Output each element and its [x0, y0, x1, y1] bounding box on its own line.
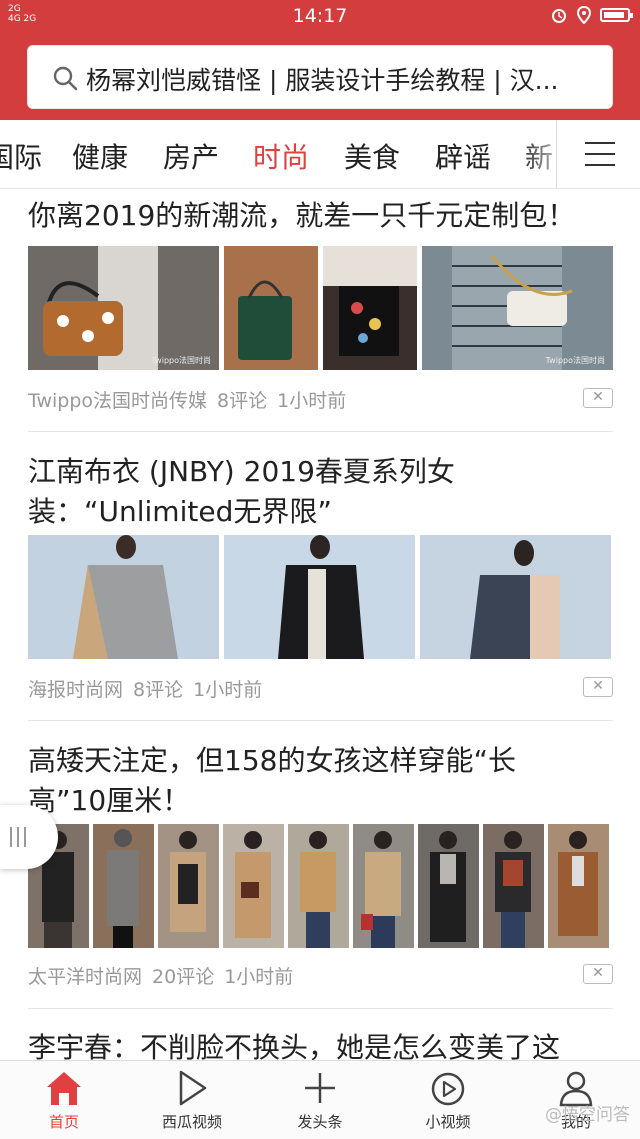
search-icon [53, 66, 78, 91]
news-title: 高矮天注定，但158的女孩这样穿能“长高”10厘米！ [28, 744, 516, 817]
dismiss-button[interactable]: ✕ [583, 964, 613, 984]
status-bar: 2G 4G 2G 14:17 [0, 0, 640, 34]
news-item[interactable]: 你离2019的新潮流，就差一只千元定制包！ Twippo法国时尚 Twippo法… [28, 196, 613, 416]
divider [28, 1008, 613, 1009]
news-meta: 海报时尚网 8评论 1小时前 [28, 675, 272, 702]
news-images [28, 824, 609, 948]
news-meta: 太平洋时尚网 20评论 1小时前 [28, 962, 303, 989]
home-icon [47, 1072, 81, 1105]
tab-fashion[interactable]: 时尚 [253, 136, 309, 176]
news-source: Twippo法国时尚传媒 [28, 390, 208, 412]
channel-menu-button[interactable] [556, 120, 640, 188]
news-title: 江南布衣 (JNBY) 2019春夏系列女装：“Unlimited无界限” [28, 455, 455, 528]
news-image [353, 824, 414, 948]
news-images [28, 535, 611, 659]
news-title: 你离2019的新潮流，就差一只千元定制包！ [28, 199, 576, 232]
search-bar[interactable]: 杨幂刘恺威错怪 | 服装设计手绘教程 | 汉... [27, 45, 613, 109]
news-image: Twippo法国时尚 [28, 246, 219, 370]
news-item[interactable]: 高矮天注定，但158的女孩这样穿能“长高”10厘米！ 太平洋时尚网 20评论 1小时… [28, 741, 613, 991]
alarm-icon [552, 9, 566, 23]
news-comments: 8评论 [133, 679, 184, 701]
dismiss-button[interactable]: ✕ [583, 388, 613, 408]
tab-rumor[interactable]: 辟谣 [435, 136, 491, 176]
watermark: @悟空问答 [545, 1105, 630, 1125]
news-image [93, 824, 154, 948]
nav-short-video[interactable]: 小视频 [384, 1061, 512, 1139]
news-image [323, 246, 417, 370]
news-image [483, 824, 544, 948]
news-item[interactable]: 李宇春：不削脸不换头，她是怎么变美了这 [28, 1028, 613, 1060]
tab-food[interactable]: 美食 [344, 136, 400, 176]
nav-label: 发头条 [297, 1113, 343, 1131]
battery-icon [600, 8, 633, 22]
nav-label: 小视频 [425, 1113, 471, 1131]
news-image [158, 824, 219, 948]
news-image [420, 535, 611, 659]
news-image [223, 824, 284, 948]
news-source: 太平洋时尚网 [28, 966, 143, 988]
divider [28, 431, 613, 432]
status-icons [550, 6, 633, 24]
news-source: 海报时尚网 [28, 679, 124, 701]
plus-icon [305, 1073, 335, 1103]
news-image [288, 824, 349, 948]
video-icon [431, 1072, 465, 1106]
header: 杨幂刘恺威错怪 | 服装设计手绘教程 | 汉... [0, 34, 640, 120]
tab-international[interactable]: 国际 [0, 136, 42, 176]
play-icon [179, 1070, 207, 1106]
news-images: Twippo法国时尚 Twippo法国时尚 [28, 246, 613, 370]
search-query: 杨幂刘恺威错怪 | 服装设计手绘教程 | 汉... [86, 66, 559, 95]
bottom-nav: 首页 西瓜视频 发头条 小视频 我的 [0, 1060, 640, 1139]
tab-health[interactable]: 健康 [72, 136, 128, 176]
dismiss-button[interactable]: ✕ [583, 677, 613, 697]
news-image: Twippo法国时尚 [422, 246, 613, 370]
nav-label: 西瓜视频 [161, 1113, 222, 1131]
news-image [28, 535, 219, 659]
status-time: 14:17 [292, 5, 348, 27]
news-image [224, 246, 318, 370]
nav-post[interactable]: 发头条 [256, 1061, 384, 1139]
nav-label: 首页 [48, 1113, 79, 1131]
divider [28, 720, 613, 721]
news-meta: Twippo法国时尚传媒 8评论 1小时前 [28, 386, 356, 413]
news-image [418, 824, 479, 948]
news-time: 1小时前 [193, 679, 263, 701]
news-time: 1小时前 [277, 390, 347, 412]
nav-xigua-video[interactable]: 西瓜视频 [128, 1061, 256, 1139]
location-icon [576, 6, 592, 24]
category-tabs: 国际 健康 房产 时尚 美食 辟谣 新 [0, 120, 640, 189]
news-time: 1小时前 [224, 966, 294, 988]
news-comments: 8评论 [217, 390, 268, 412]
nav-home[interactable]: 首页 [0, 1061, 128, 1139]
news-comments: 20评论 [152, 966, 215, 988]
news-image [548, 824, 609, 948]
news-item[interactable]: 江南布衣 (JNBY) 2019春夏系列女装：“Unlimited无界限” 海报… [28, 452, 613, 702]
news-image [224, 535, 415, 659]
tab-realestate[interactable]: 房产 [163, 136, 219, 176]
news-title: 李宇春：不削脸不换头，她是怎么变美了这 [28, 1031, 561, 1060]
